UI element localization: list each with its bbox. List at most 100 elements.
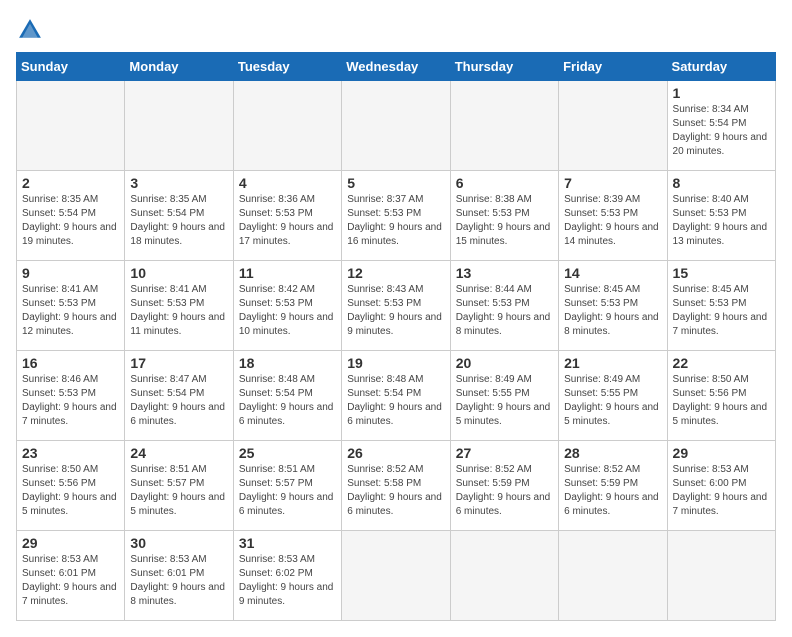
- calendar-week-row: 2 Sunrise: 8:35 AM Sunset: 5:54 PM Dayli…: [17, 171, 776, 261]
- day-info: Sunrise: 8:41 AM Sunset: 5:53 PM Dayligh…: [130, 283, 227, 339]
- day-number: 26: [347, 445, 444, 461]
- day-number: 16: [22, 355, 119, 371]
- day-number: 4: [239, 175, 336, 191]
- day-number: 19: [347, 355, 444, 371]
- day-info: Sunrise: 8:48 AM Sunset: 5:54 PM Dayligh…: [239, 373, 336, 429]
- day-number: 24: [130, 445, 227, 461]
- calendar-day-cell: 14 Sunrise: 8:45 AM Sunset: 5:53 PM Dayl…: [559, 261, 667, 351]
- weekday-header: Sunday: [17, 53, 125, 81]
- calendar-day-cell: 23 Sunrise: 8:50 AM Sunset: 5:56 PM Dayl…: [17, 441, 125, 531]
- day-number: 1: [673, 85, 770, 101]
- day-info: Sunrise: 8:50 AM Sunset: 5:56 PM Dayligh…: [22, 463, 119, 519]
- calendar-day-cell: 16 Sunrise: 8:46 AM Sunset: 5:53 PM Dayl…: [17, 351, 125, 441]
- day-number: 28: [564, 445, 661, 461]
- day-number: 11: [239, 265, 336, 281]
- calendar-day-cell: [559, 531, 667, 621]
- day-number: 9: [22, 265, 119, 281]
- day-number: 29: [673, 445, 770, 461]
- weekday-header: Monday: [125, 53, 233, 81]
- calendar-day-cell: 17 Sunrise: 8:47 AM Sunset: 5:54 PM Dayl…: [125, 351, 233, 441]
- calendar-day-cell: 24 Sunrise: 8:51 AM Sunset: 5:57 PM Dayl…: [125, 441, 233, 531]
- calendar-day-cell: 6 Sunrise: 8:38 AM Sunset: 5:53 PM Dayli…: [450, 171, 558, 261]
- calendar-day-cell: 7 Sunrise: 8:39 AM Sunset: 5:53 PM Dayli…: [559, 171, 667, 261]
- calendar-day-cell: 1 Sunrise: 8:34 AM Sunset: 5:54 PM Dayli…: [667, 81, 775, 171]
- day-info: Sunrise: 8:48 AM Sunset: 5:54 PM Dayligh…: [347, 373, 444, 429]
- day-info: Sunrise: 8:46 AM Sunset: 5:53 PM Dayligh…: [22, 373, 119, 429]
- day-number: 30: [130, 535, 227, 551]
- calendar-day-cell: [233, 81, 341, 171]
- day-info: Sunrise: 8:50 AM Sunset: 5:56 PM Dayligh…: [673, 373, 770, 429]
- calendar-day-cell: 31 Sunrise: 8:53 AM Sunset: 6:02 PM Dayl…: [233, 531, 341, 621]
- calendar-table: SundayMondayTuesdayWednesdayThursdayFrid…: [16, 52, 776, 621]
- weekday-header: Tuesday: [233, 53, 341, 81]
- day-number: 12: [347, 265, 444, 281]
- weekday-header: Saturday: [667, 53, 775, 81]
- day-info: Sunrise: 8:41 AM Sunset: 5:53 PM Dayligh…: [22, 283, 119, 339]
- day-number: 25: [239, 445, 336, 461]
- day-number: 6: [456, 175, 553, 191]
- calendar-day-cell: 9 Sunrise: 8:41 AM Sunset: 5:53 PM Dayli…: [17, 261, 125, 351]
- calendar-day-cell: 28 Sunrise: 8:52 AM Sunset: 5:59 PM Dayl…: [559, 441, 667, 531]
- day-info: Sunrise: 8:52 AM Sunset: 5:58 PM Dayligh…: [347, 463, 444, 519]
- weekday-header: Friday: [559, 53, 667, 81]
- day-info: Sunrise: 8:47 AM Sunset: 5:54 PM Dayligh…: [130, 373, 227, 429]
- calendar-day-cell: 22 Sunrise: 8:50 AM Sunset: 5:56 PM Dayl…: [667, 351, 775, 441]
- day-info: Sunrise: 8:53 AM Sunset: 6:01 PM Dayligh…: [22, 553, 119, 609]
- day-info: Sunrise: 8:42 AM Sunset: 5:53 PM Dayligh…: [239, 283, 336, 339]
- calendar-day-cell: 29 Sunrise: 8:53 AM Sunset: 6:01 PM Dayl…: [17, 531, 125, 621]
- calendar-day-cell: 3 Sunrise: 8:35 AM Sunset: 5:54 PM Dayli…: [125, 171, 233, 261]
- calendar-day-cell: 30 Sunrise: 8:53 AM Sunset: 6:01 PM Dayl…: [125, 531, 233, 621]
- day-info: Sunrise: 8:45 AM Sunset: 5:53 PM Dayligh…: [564, 283, 661, 339]
- day-number: 3: [130, 175, 227, 191]
- page-header: [16, 16, 776, 44]
- calendar-day-cell: 12 Sunrise: 8:43 AM Sunset: 5:53 PM Dayl…: [342, 261, 450, 351]
- day-info: Sunrise: 8:52 AM Sunset: 5:59 PM Dayligh…: [456, 463, 553, 519]
- day-info: Sunrise: 8:44 AM Sunset: 5:53 PM Dayligh…: [456, 283, 553, 339]
- calendar-week-row: 16 Sunrise: 8:46 AM Sunset: 5:53 PM Dayl…: [17, 351, 776, 441]
- logo-icon: [16, 16, 44, 44]
- calendar-day-cell: 18 Sunrise: 8:48 AM Sunset: 5:54 PM Dayl…: [233, 351, 341, 441]
- calendar-day-cell: [450, 81, 558, 171]
- day-info: Sunrise: 8:53 AM Sunset: 6:01 PM Dayligh…: [130, 553, 227, 609]
- day-info: Sunrise: 8:43 AM Sunset: 5:53 PM Dayligh…: [347, 283, 444, 339]
- weekday-header-row: SundayMondayTuesdayWednesdayThursdayFrid…: [17, 53, 776, 81]
- day-info: Sunrise: 8:34 AM Sunset: 5:54 PM Dayligh…: [673, 103, 770, 159]
- calendar-day-cell: 21 Sunrise: 8:49 AM Sunset: 5:55 PM Dayl…: [559, 351, 667, 441]
- calendar-day-cell: [342, 531, 450, 621]
- weekday-header: Wednesday: [342, 53, 450, 81]
- day-info: Sunrise: 8:53 AM Sunset: 6:02 PM Dayligh…: [239, 553, 336, 609]
- day-info: Sunrise: 8:52 AM Sunset: 5:59 PM Dayligh…: [564, 463, 661, 519]
- calendar-day-cell: 26 Sunrise: 8:52 AM Sunset: 5:58 PM Dayl…: [342, 441, 450, 531]
- day-info: Sunrise: 8:51 AM Sunset: 5:57 PM Dayligh…: [130, 463, 227, 519]
- weekday-header: Thursday: [450, 53, 558, 81]
- calendar-day-cell: 10 Sunrise: 8:41 AM Sunset: 5:53 PM Dayl…: [125, 261, 233, 351]
- calendar-day-cell: [450, 531, 558, 621]
- calendar-day-cell: 20 Sunrise: 8:49 AM Sunset: 5:55 PM Dayl…: [450, 351, 558, 441]
- day-number: 8: [673, 175, 770, 191]
- day-number: 20: [456, 355, 553, 371]
- day-info: Sunrise: 8:49 AM Sunset: 5:55 PM Dayligh…: [564, 373, 661, 429]
- calendar-day-cell: 25 Sunrise: 8:51 AM Sunset: 5:57 PM Dayl…: [233, 441, 341, 531]
- day-number: 23: [22, 445, 119, 461]
- day-info: Sunrise: 8:53 AM Sunset: 6:00 PM Dayligh…: [673, 463, 770, 519]
- calendar-day-cell: [17, 81, 125, 171]
- day-info: Sunrise: 8:39 AM Sunset: 5:53 PM Dayligh…: [564, 193, 661, 249]
- calendar-day-cell: 2 Sunrise: 8:35 AM Sunset: 5:54 PM Dayli…: [17, 171, 125, 261]
- day-info: Sunrise: 8:35 AM Sunset: 5:54 PM Dayligh…: [22, 193, 119, 249]
- day-number: 7: [564, 175, 661, 191]
- calendar-day-cell: 5 Sunrise: 8:37 AM Sunset: 5:53 PM Dayli…: [342, 171, 450, 261]
- calendar-day-cell: 19 Sunrise: 8:48 AM Sunset: 5:54 PM Dayl…: [342, 351, 450, 441]
- day-info: Sunrise: 8:49 AM Sunset: 5:55 PM Dayligh…: [456, 373, 553, 429]
- day-number: 21: [564, 355, 661, 371]
- calendar-day-cell: 8 Sunrise: 8:40 AM Sunset: 5:53 PM Dayli…: [667, 171, 775, 261]
- day-number: 5: [347, 175, 444, 191]
- calendar-week-row: 23 Sunrise: 8:50 AM Sunset: 5:56 PM Dayl…: [17, 441, 776, 531]
- day-info: Sunrise: 8:40 AM Sunset: 5:53 PM Dayligh…: [673, 193, 770, 249]
- logo: [16, 16, 48, 44]
- day-number: 10: [130, 265, 227, 281]
- day-info: Sunrise: 8:35 AM Sunset: 5:54 PM Dayligh…: [130, 193, 227, 249]
- calendar-week-row: 9 Sunrise: 8:41 AM Sunset: 5:53 PM Dayli…: [17, 261, 776, 351]
- day-number: 22: [673, 355, 770, 371]
- day-info: Sunrise: 8:37 AM Sunset: 5:53 PM Dayligh…: [347, 193, 444, 249]
- calendar-day-cell: 13 Sunrise: 8:44 AM Sunset: 5:53 PM Dayl…: [450, 261, 558, 351]
